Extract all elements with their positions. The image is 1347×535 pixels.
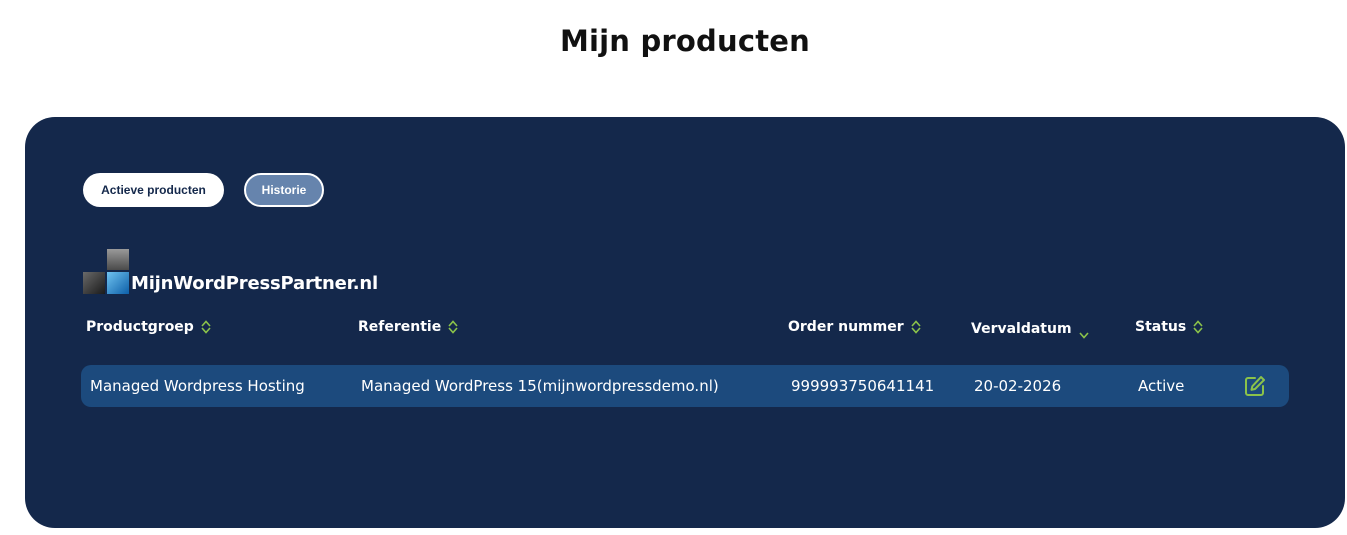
product-tabs: Actieve producten Historie: [83, 173, 324, 207]
column-label: Order nummer: [788, 319, 904, 335]
cell-status: Active: [1138, 377, 1185, 395]
column-header-status[interactable]: Status: [1135, 319, 1203, 335]
cell-order-nummer: 999993750641141: [791, 377, 935, 395]
sort-icon: [911, 320, 921, 334]
edit-icon[interactable]: [1244, 375, 1266, 397]
cell-productgroep: Managed Wordpress Hosting: [90, 377, 305, 395]
tab-historie[interactable]: Historie: [244, 173, 324, 207]
brand-name: MijnWordPressPartner.nl: [131, 273, 379, 294]
table-row[interactable]: Managed Wordpress Hosting Managed WordPr…: [81, 365, 1289, 407]
tab-actieve-producten[interactable]: Actieve producten: [83, 173, 224, 207]
sort-descending-icon: [1078, 332, 1089, 339]
column-label: Productgroep: [86, 319, 194, 335]
sort-icon: [448, 320, 458, 334]
column-label: Vervaldatum: [971, 321, 1072, 337]
column-header-order-nummer[interactable]: Order nummer: [788, 319, 921, 335]
column-header-vervaldatum[interactable]: Vervaldatum: [971, 319, 1089, 339]
brand-logo: MijnWordPressPartner.nl: [83, 249, 383, 295]
cell-referentie: Managed WordPress 15(mijnwordpressdemo.n…: [361, 377, 719, 395]
page-title: Mijn producten: [559, 24, 811, 58]
column-header-referentie[interactable]: Referentie: [358, 319, 458, 335]
column-header-productgroep[interactable]: Productgroep: [86, 319, 211, 335]
column-label: Referentie: [358, 319, 442, 335]
column-label: Status: [1135, 319, 1187, 335]
table-header: Productgroep Referentie Order nummer Ver…: [25, 319, 1345, 343]
sort-icon: [1193, 320, 1203, 334]
brand-logo-mark: [83, 249, 129, 294]
products-panel: Actieve producten Historie MijnWordPress…: [25, 117, 1345, 528]
sort-icon: [201, 320, 211, 334]
cell-vervaldatum: 20-02-2026: [974, 377, 1062, 395]
